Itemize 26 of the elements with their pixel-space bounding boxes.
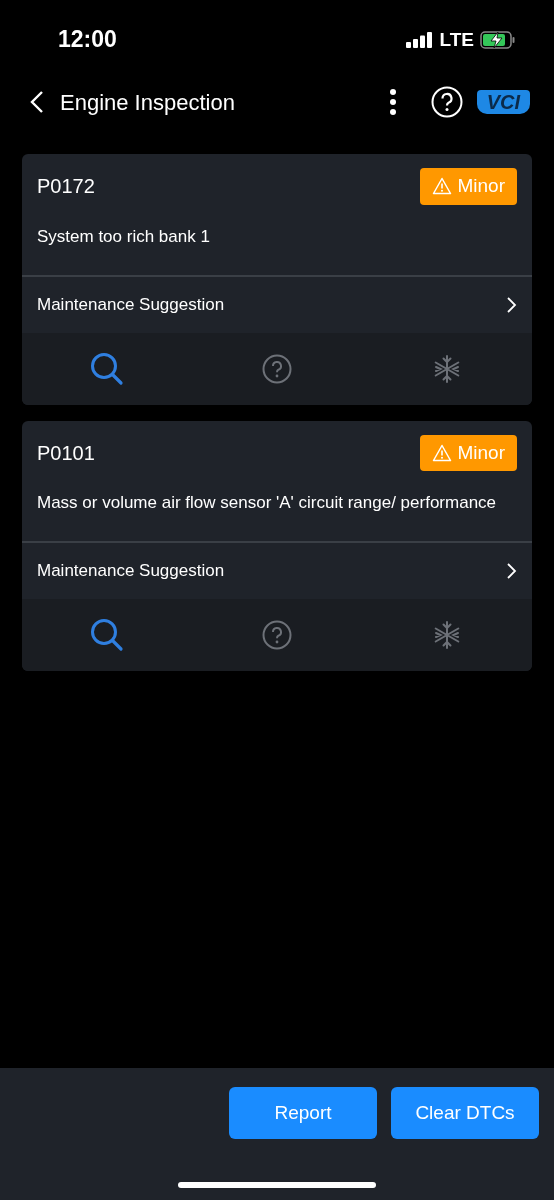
- dtc-description: System too rich bank 1: [37, 225, 211, 248]
- search-icon[interactable]: [90, 618, 124, 652]
- warning-icon: [432, 177, 453, 196]
- dtc-code: P0172: [37, 174, 95, 200]
- status-time: 12:00: [58, 25, 117, 54]
- snowflake-icon[interactable]: [432, 620, 462, 650]
- warning-icon: [432, 443, 453, 462]
- dtc-description: Mass or volume air flow sensor 'A' circuit range/ performance: [37, 492, 498, 514]
- severity-label: Minor: [457, 440, 505, 465]
- suggestion-label: Maintenance Suggestion: [37, 560, 225, 583]
- search-icon[interactable]: [90, 351, 124, 386]
- action-button[interactable]: Report: [229, 1087, 377, 1139]
- suggestion-label: Maintenance Suggestion: [37, 293, 225, 316]
- chevron-right-icon: [506, 295, 517, 314]
- snowflake-icon[interactable]: [432, 353, 462, 384]
- page-title: Engine Inspection: [60, 88, 236, 117]
- action-button[interactable]: Clear DTCs: [391, 1087, 539, 1139]
- chevron-right-icon: [506, 562, 517, 580]
- dtc-code: P0101: [37, 440, 95, 466]
- more-icon[interactable]: [388, 89, 397, 115]
- severity-label: Minor: [457, 174, 505, 198]
- vci-logo[interactable]: VCI: [476, 90, 530, 114]
- back-icon[interactable]: [30, 90, 44, 114]
- signal-icon: [405, 32, 434, 49]
- battery-charging-icon: [480, 31, 516, 50]
- network-label: LTE: [439, 28, 474, 52]
